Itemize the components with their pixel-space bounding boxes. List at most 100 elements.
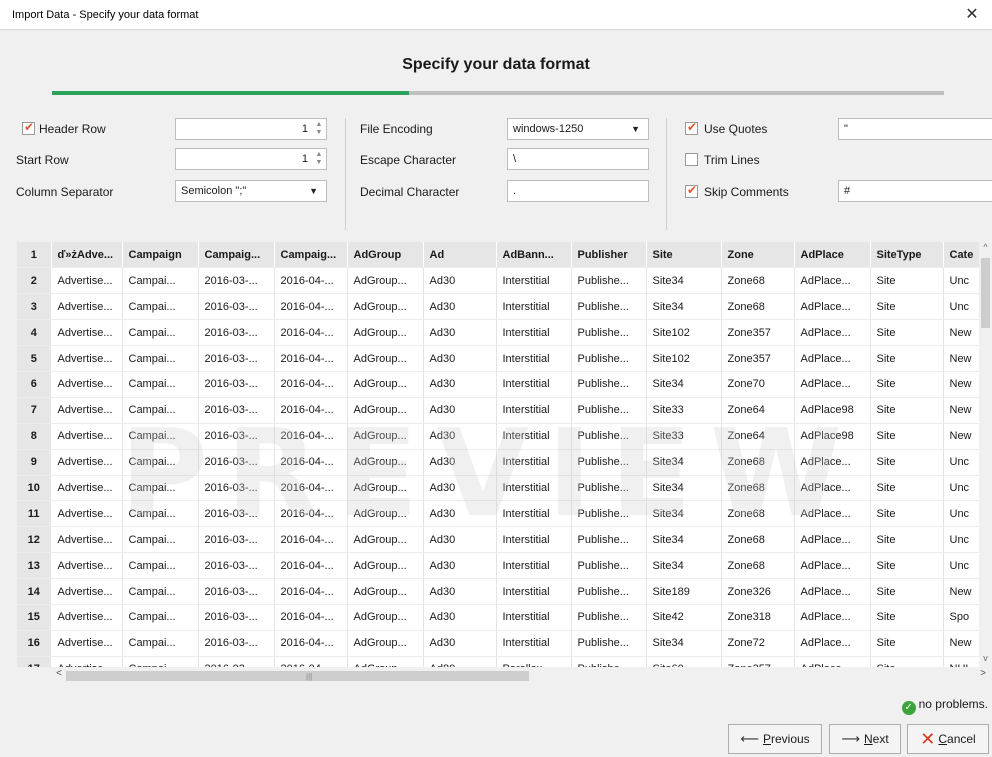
row-number[interactable]: 4 — [17, 319, 52, 347]
table-cell: Interstitial — [496, 319, 572, 347]
data-preview-table[interactable]: 1 ď»żAdve... Campaign Campaig... Campaig... A… — [17, 242, 992, 667]
row-number[interactable]: 17 — [17, 656, 52, 667]
table-cell: Campai... — [122, 371, 199, 398]
import-data-dialog: Import Data - Specify your data format ✕… — [0, 0, 992, 757]
horizontal-scrollbar[interactable]: < ||| > — [52, 668, 992, 683]
table-cell: Site34 — [646, 293, 722, 321]
next-button[interactable]: ⟶ Next — [829, 724, 901, 754]
row-number[interactable]: 15 — [17, 604, 52, 631]
scrollbar-thumb[interactable] — [981, 258, 990, 328]
table-cell: Interstitial — [496, 630, 572, 657]
table-cell: Site — [870, 293, 944, 321]
escape-character-input[interactable]: \ — [507, 148, 649, 170]
row-number[interactable]: 9 — [17, 449, 52, 476]
table-cell: Site60 — [646, 656, 722, 667]
cancel-button[interactable]: ✕ Cancel — [907, 724, 989, 754]
table-row: 7 Advertise... Campai... 2016-03-... 2016-04… — [17, 397, 992, 424]
skip-comments-checkbox[interactable] — [685, 183, 698, 198]
table-cell: Site — [870, 526, 944, 554]
spinner-arrows-icon[interactable]: ▲ ▼ — [314, 151, 324, 167]
table-cell: Advertise... — [51, 423, 123, 450]
table-header-row: 1 ď»żAdve... Campaign Campaig... Campaig... A… — [17, 242, 992, 269]
row-number[interactable]: 1 — [17, 242, 52, 269]
header-row-checkbox[interactable] — [22, 120, 35, 135]
scroll-down-icon[interactable]: v — [979, 653, 992, 667]
row-number[interactable]: 5 — [17, 345, 52, 372]
table-cell: Interstitial — [496, 423, 572, 450]
row-number[interactable]: 2 — [17, 267, 52, 295]
row-number[interactable]: 6 — [17, 371, 52, 398]
decimal-character-input[interactable]: . — [507, 180, 649, 202]
column-header: AdGroup — [347, 242, 424, 269]
table-cell: 2016-03-... — [198, 319, 275, 347]
table-cell: Zone318 — [721, 604, 795, 631]
previous-button[interactable]: ⟵ Previous — [728, 724, 822, 754]
table-cell: AdPlace... — [794, 552, 871, 580]
table-cell: Site189 — [646, 578, 722, 605]
row-number[interactable]: 16 — [17, 630, 52, 657]
file-encoding-select[interactable]: windows-1250 ▼ — [507, 118, 649, 140]
column-header: AdPlace — [794, 242, 871, 269]
table-cell: AdPlace... — [794, 293, 871, 321]
table-cell: Zone68 — [721, 267, 795, 295]
table-cell: 2016-03-... — [198, 475, 275, 502]
column-separator-select[interactable]: Semicolon ";" ▼ — [175, 180, 327, 202]
table-row: 14 Advertise... Campai... 2016-03-... 2016-0… — [17, 578, 992, 605]
scroll-up-icon[interactable]: ^ — [979, 242, 992, 256]
table-cell: 2016-03-... — [198, 552, 275, 580]
table-row: 9 Advertise... Campai... 2016-03-... 2016-04… — [17, 449, 992, 476]
scrollbar-thumb[interactable]: ||| — [66, 671, 529, 681]
column-separator-value: Semicolon ";" — [181, 185, 247, 197]
table-cell: Site — [870, 449, 944, 476]
table-cell: AdGroup... — [347, 423, 424, 450]
table-cell: AdGroup... — [347, 293, 424, 321]
table-cell: Advertise... — [51, 656, 123, 667]
table-cell: Campai... — [122, 475, 199, 502]
column-header: Campaig... — [274, 242, 348, 269]
row-number[interactable]: 3 — [17, 293, 52, 321]
row-number[interactable]: 12 — [17, 526, 52, 554]
vertical-scrollbar[interactable]: ^ v — [979, 242, 992, 667]
spinner-arrows-icon[interactable]: ▲ ▼ — [314, 121, 324, 137]
quote-character-input[interactable]: " — [838, 118, 992, 140]
table-cell: Interstitial — [496, 449, 572, 476]
start-row-stepper[interactable]: 1 ▲ ▼ — [175, 148, 327, 170]
row-number[interactable]: 10 — [17, 475, 52, 502]
row-number[interactable]: 11 — [17, 500, 52, 528]
table-cell: 2016-03-... — [198, 267, 275, 295]
row-number[interactable]: 14 — [17, 578, 52, 605]
table-cell: Ad30 — [423, 630, 497, 657]
comment-character-input[interactable]: # — [838, 180, 992, 202]
table-cell: 2016-03-... — [198, 397, 275, 424]
row-number[interactable]: 8 — [17, 423, 52, 450]
use-quotes-checkbox[interactable] — [685, 120, 698, 135]
status-text: no problems. — [918, 697, 988, 711]
close-icon[interactable]: ✕ — [952, 0, 992, 30]
table-cell: 2016-03-... — [198, 500, 275, 528]
check-circle-icon: ✓ — [901, 701, 916, 715]
table-cell: Campai... — [122, 397, 199, 424]
row-number[interactable]: 7 — [17, 397, 52, 424]
column-separator-label: Column Separator — [16, 185, 114, 199]
table-cell: AdGroup... — [347, 500, 424, 528]
header-row-stepper[interactable]: 1 ▲ ▼ — [175, 118, 327, 140]
table-cell: Campai... — [122, 578, 199, 605]
table-cell: Site — [870, 604, 944, 631]
table-cell: Ad30 — [423, 397, 497, 424]
table-cell: 2016-03-... — [198, 578, 275, 605]
table-cell: Interstitial — [496, 604, 572, 631]
scroll-left-icon[interactable]: < — [52, 668, 66, 683]
progress-bar-fill — [52, 91, 409, 95]
table-cell: AdGroup... — [347, 449, 424, 476]
column-header: AdBann... — [496, 242, 572, 269]
table-cell: Interstitial — [496, 526, 572, 554]
scroll-right-icon[interactable]: > — [976, 668, 990, 683]
table-cell: 2016-04-... — [274, 630, 348, 657]
trim-lines-checkbox[interactable] — [685, 153, 698, 166]
table-cell: Interstitial — [496, 578, 572, 605]
table-cell: AdPlace... — [794, 630, 871, 657]
row-number[interactable]: 13 — [17, 552, 52, 580]
table-cell: Interstitial — [496, 475, 572, 502]
table-cell: Zone357 — [721, 319, 795, 347]
table-cell: Site — [870, 319, 944, 347]
